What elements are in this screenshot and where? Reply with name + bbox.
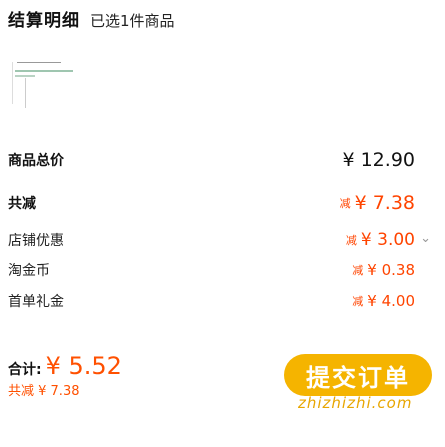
discount-tag: 减 — [352, 264, 364, 277]
settlement-header: 结算明细 已选1件商品 — [8, 6, 175, 32]
chevron-down-icon[interactable]: ⌄ — [420, 231, 431, 246]
selected-count: 已选1件商品 — [90, 12, 175, 30]
row-label: 共减 — [8, 196, 36, 212]
saved-amount: 共减 ¥ 7.38 — [8, 384, 80, 399]
row-amount: 减 ¥ 7.38 — [340, 192, 415, 214]
discount-tag: 减 — [345, 234, 357, 247]
row-amount: 减 ¥ 3.00 — [346, 230, 415, 250]
row-label: 淘金币 — [8, 263, 50, 279]
row-amount: 减 ¥ 4.00 — [352, 292, 415, 310]
row-taojinbi: 淘金币 减 ¥ 0.38 — [8, 259, 415, 281]
total-value: ¥ 5.52 — [45, 352, 122, 380]
product-thumbnail[interactable] — [12, 62, 73, 108]
row-value: ¥ 3.00 — [360, 230, 415, 250]
page-title: 结算明细 — [8, 11, 80, 31]
row-goods-total: 商品总价 ¥ 12.90 — [8, 149, 415, 171]
order-total: 合计: ¥ 5.52 共减 ¥ 7.38 — [8, 352, 122, 399]
discount-tag: 减 — [352, 295, 364, 308]
row-first-order-gift: 首单礼金 减 ¥ 4.00 — [8, 290, 415, 312]
row-value: ¥ 7.38 — [354, 192, 415, 214]
discount-tag: 减 — [339, 197, 351, 210]
total-label: 合计: — [8, 362, 42, 378]
row-label: 店铺优惠 — [8, 233, 64, 249]
row-amount: 减 ¥ 0.38 — [352, 261, 415, 279]
row-amount: ¥ 12.90 — [342, 149, 415, 171]
row-shop-discount[interactable]: 店铺优惠 减 ¥ 3.00 — [8, 229, 415, 251]
row-value: ¥ 4.00 — [367, 292, 415, 310]
row-total-discount: 共减 减 ¥ 7.38 — [8, 192, 415, 214]
row-value: ¥ 12.90 — [342, 149, 415, 171]
watermark: zhizhizhi.com — [298, 394, 413, 412]
row-label: 商品总价 — [8, 153, 64, 169]
submit-order-button[interactable]: 提交订单 — [284, 354, 432, 396]
row-label: 首单礼金 — [8, 294, 64, 310]
row-value: ¥ 0.38 — [367, 261, 415, 279]
